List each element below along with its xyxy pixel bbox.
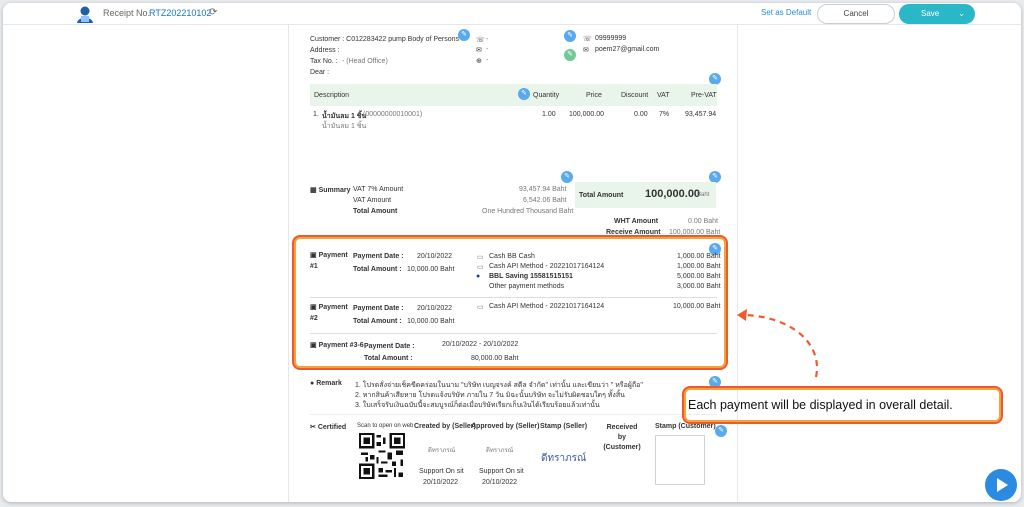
approved-by-label: Approved by (Seller) xyxy=(471,423,540,430)
received-by-text: Received by (Customer) xyxy=(603,424,641,451)
certified-label-text: Certified xyxy=(317,424,347,431)
save-button[interactable]: Save ⌄ xyxy=(899,4,975,24)
vat7-label: VAT 7% Amount xyxy=(353,186,404,193)
receipt-label: Receipt No. xyxy=(103,8,151,18)
approved-date: 20/10/2022 xyxy=(482,479,518,486)
receipt-number[interactable]: RTZ202210102 xyxy=(149,8,211,18)
set-as-default-link[interactable]: Set as Default xyxy=(761,8,811,17)
customer-line: Customer : C012283422 pump Body of Perso… xyxy=(310,36,460,43)
remark-line-3: 3. ใบเสร็จรับเงินฉบับนี้จะสมบูรณ์ก็ต่อเม… xyxy=(355,402,600,409)
callout-text: Each payment will be displayed in overal… xyxy=(688,398,953,412)
edit-seller-pencil-icon[interactable]: ✎ xyxy=(564,30,576,42)
email-icon: ✉ xyxy=(476,47,482,54)
col-pre-vat: Pre-VAT xyxy=(691,92,717,99)
col-price: Price xyxy=(586,92,602,99)
row-sub: น้ำมันลม 1 ชิ้น xyxy=(322,123,367,130)
created-name: Support On sit xyxy=(419,468,464,475)
vat7-value: 93,457.94 Baht xyxy=(519,186,567,193)
help-chat-button[interactable] xyxy=(985,469,1017,501)
chevron-down-icon[interactable]: ⌄ xyxy=(958,4,965,24)
seller-email-icon: ✉ xyxy=(583,47,589,54)
row-code: (00000000010001) xyxy=(363,111,423,118)
edit-contact-pencil-icon[interactable]: ✎ xyxy=(564,49,576,61)
stamp-seller-label: Stamp (Seller) xyxy=(540,423,588,430)
edit-description-pencil-icon[interactable]: ✎ xyxy=(518,88,530,100)
col-vat: VAT xyxy=(657,92,670,99)
approved-name: Support On sit xyxy=(479,468,524,475)
payments-highlight xyxy=(292,235,728,370)
customer-email: - xyxy=(486,46,489,53)
approved-signature: ดีทราภรณ์ xyxy=(486,447,514,454)
user-avatar-icon xyxy=(77,6,93,23)
scan-label: Scan to open on web xyxy=(357,423,414,429)
qr-code[interactable] xyxy=(359,433,405,479)
items-table-header: Description ✎ Quantity Price Discount VA… xyxy=(310,84,717,106)
wht-value: 0.00 Baht xyxy=(688,218,718,225)
total-label: Total Amount xyxy=(353,208,398,215)
customer-phone: - xyxy=(486,36,489,43)
received-by-label: Received by (Customer) xyxy=(602,423,642,453)
remark-label-text: Remark xyxy=(316,380,342,387)
row-index: 1. xyxy=(313,111,319,118)
created-date: 20/10/2022 xyxy=(423,479,459,486)
tax-label: Tax No. : xyxy=(310,58,338,65)
row-pre-vat: 93,457.94 xyxy=(685,111,717,118)
stamp-customer-label: Stamp (Customer) xyxy=(655,423,716,430)
col-discount: Discount xyxy=(621,92,649,99)
total-amount-box: Total Amount 100,000.00 Baht xyxy=(575,182,716,208)
total-text: One Hundred Thousand Baht xyxy=(482,208,574,215)
total-box-unit: Baht xyxy=(697,192,710,198)
total-box-label: Total Amount xyxy=(579,192,624,199)
save-label: Save xyxy=(921,9,940,18)
created-signature: ดีทราภรณ์ xyxy=(428,447,456,454)
edit-summary-pencil-icon[interactable]: ✎ xyxy=(561,171,573,183)
app-window: Receipt No. RTZ202210102 ⟳ Set as Defaul… xyxy=(3,3,1021,502)
remark-label: ● Remark xyxy=(310,380,342,387)
stamp-signature: ดีทราภรณ์ xyxy=(541,453,587,464)
seller-phone: 09999999 xyxy=(595,35,627,42)
callout-box: Each payment will be displayed in overal… xyxy=(682,386,1003,424)
globe-icon: ⊕ xyxy=(476,58,482,65)
row-quantity: 1.00 xyxy=(542,111,556,118)
col-description: Description xyxy=(314,92,350,99)
total-box-value: 100,000.00 xyxy=(645,188,701,200)
cancel-button[interactable]: Cancel xyxy=(817,4,895,24)
edit-customer-pencil-icon[interactable]: ✎ xyxy=(458,29,470,41)
wht-label: WHT Amount xyxy=(614,218,659,225)
phone-icon: ☏ xyxy=(476,37,485,44)
customer-stamp-box xyxy=(655,435,705,485)
tax-value: - (Head Office) xyxy=(342,58,388,65)
summary-label-text: Summary xyxy=(318,187,351,194)
summary-label: ▦ Summary xyxy=(310,187,351,194)
row-discount: 0.00 xyxy=(634,111,648,118)
certified-divider xyxy=(310,414,717,415)
play-icon xyxy=(997,478,1008,492)
seller-email: poem27@gmail.com xyxy=(595,46,660,53)
edit-certified-pencil-icon[interactable]: ✎ xyxy=(715,425,727,437)
customer-web: - xyxy=(486,57,489,64)
payments-highlight-inner xyxy=(294,237,726,368)
row-vat: 7% xyxy=(659,111,670,118)
top-bar: Receipt No. RTZ202210102 ⟳ Set as Defaul… xyxy=(3,3,1021,25)
refresh-icon[interactable]: ⟳ xyxy=(209,7,217,18)
dear-label: Dear : xyxy=(310,69,330,76)
seller-phone-icon: ☏ xyxy=(583,36,592,43)
address-label: Address : xyxy=(310,47,340,54)
col-quantity: Quantity xyxy=(533,92,560,99)
callout-arrow xyxy=(737,309,819,378)
certified-label: ✂ Certified xyxy=(310,424,347,431)
vat-label: VAT Amount xyxy=(353,197,392,204)
row-price: 100,000.00 xyxy=(569,111,605,118)
created-by-label: Created by (Seller) xyxy=(414,423,476,430)
vat-value: 6,542.06 Baht xyxy=(523,197,567,204)
